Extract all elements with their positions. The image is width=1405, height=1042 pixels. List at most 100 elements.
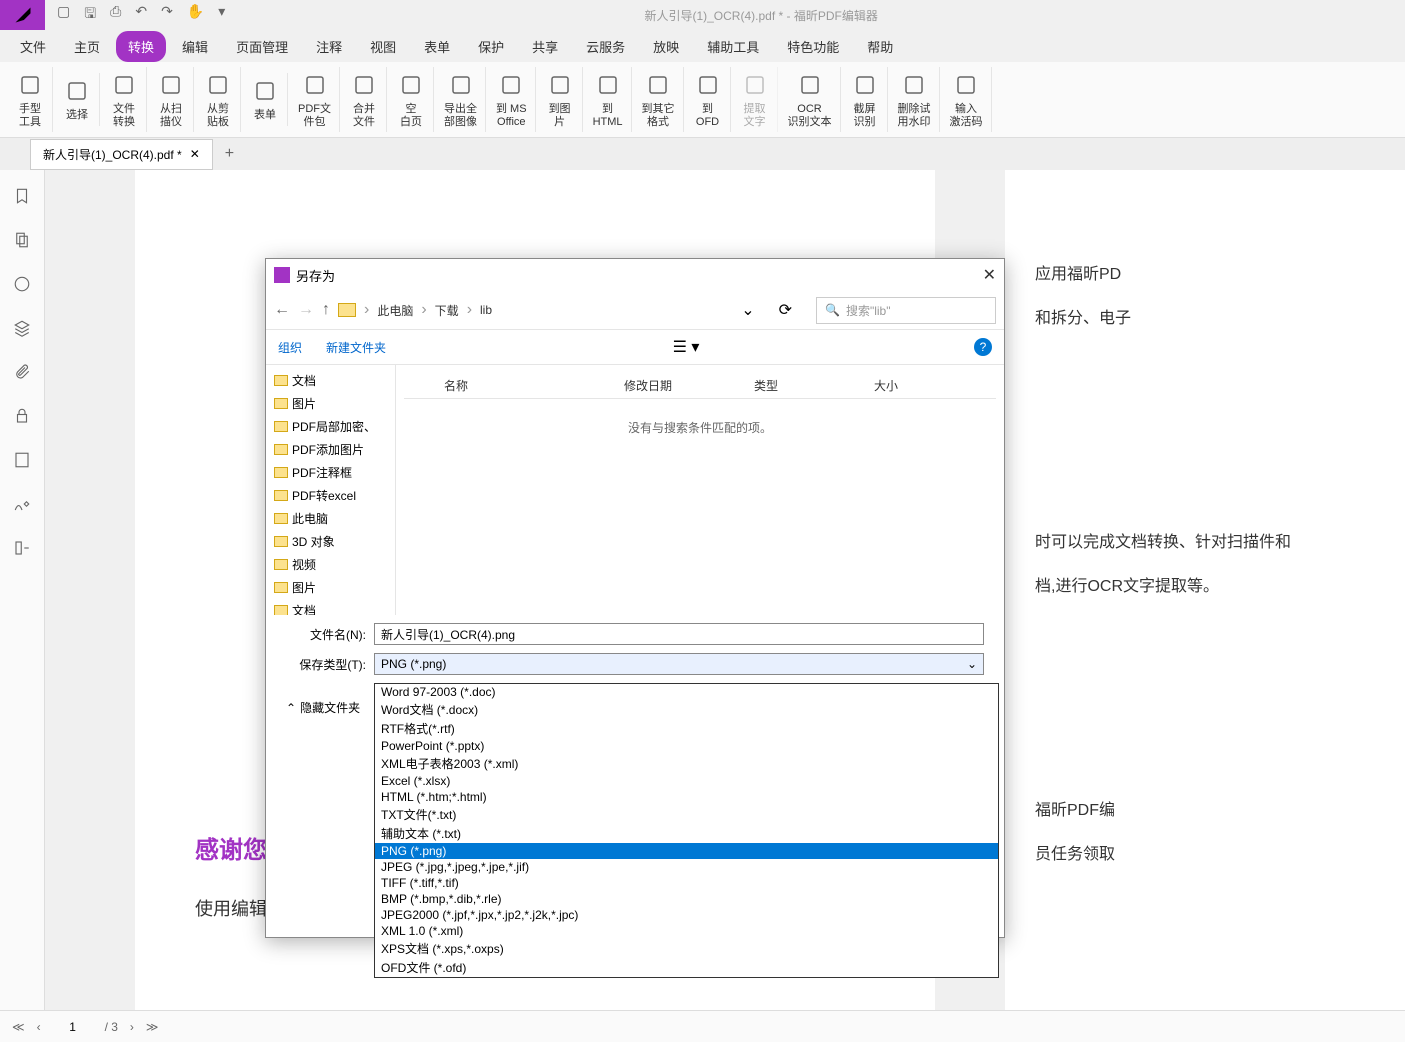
organize-button[interactable]: 组织 <box>278 339 302 356</box>
print-icon[interactable]: ⎙ <box>110 3 121 27</box>
menu-页面管理[interactable]: 页面管理 <box>224 31 300 62</box>
redo-icon[interactable]: ↷ <box>161 3 173 27</box>
menu-文件[interactable]: 文件 <box>8 31 58 62</box>
filetype-option[interactable]: TXT文件(*.txt) <box>375 805 998 824</box>
layers-icon[interactable] <box>12 318 32 338</box>
menu-辅助工具[interactable]: 辅助工具 <box>695 31 771 62</box>
ribbon-msoffice[interactable]: 到 MS Office <box>488 67 536 131</box>
breadcrumb-item[interactable]: 下载 <box>435 302 459 319</box>
col-date[interactable]: 修改日期 <box>624 377 754 394</box>
pages-icon[interactable] <box>12 230 32 250</box>
tree-item[interactable]: PDF添加图片 <box>270 438 391 461</box>
breadcrumb-item[interactable]: lib <box>480 303 492 317</box>
tree-item[interactable]: 文档 <box>270 369 391 392</box>
filetype-option[interactable]: Word文档 (*.docx) <box>375 700 998 719</box>
ribbon-activate[interactable]: 输入 激活码 <box>942 67 992 131</box>
attachment-icon[interactable] <box>12 362 32 382</box>
menu-注释[interactable]: 注释 <box>304 31 354 62</box>
folder-tree[interactable]: 文档图片PDF局部加密、PDF添加图片PDF注释框PDF转excel此电脑3D … <box>266 365 396 615</box>
menu-放映[interactable]: 放映 <box>641 31 691 62</box>
filetype-option[interactable]: RTF格式(*.rtf) <box>375 719 998 738</box>
menu-云服务[interactable]: 云服务 <box>574 31 637 62</box>
close-icon[interactable]: ✕ <box>190 147 200 161</box>
ribbon-rmwatermark[interactable]: 删除试 用水印 <box>890 67 940 131</box>
filetype-option[interactable]: TIFF (*.tiff,*.tif) <box>375 875 998 891</box>
tree-item[interactable]: PDF局部加密、 <box>270 415 391 438</box>
filetype-dropdown[interactable]: Word 97-2003 (*.doc)Word文档 (*.docx)RTF格式… <box>374 683 999 978</box>
filetype-option[interactable]: OFD文件 (*.ofd) <box>375 958 998 977</box>
form-icon[interactable] <box>12 450 32 470</box>
ribbon-hand[interactable]: 手型 工具 <box>8 67 53 131</box>
page-number-input[interactable] <box>53 1020 93 1034</box>
close-icon[interactable]: ✕ <box>983 265 996 285</box>
hand-icon[interactable]: ✋ <box>187 3 204 27</box>
save-icon[interactable]: 🖫 <box>84 3 96 27</box>
filename-input[interactable] <box>374 623 984 645</box>
menu-转换[interactable]: 转换 <box>116 31 166 62</box>
tree-item[interactable]: 3D 对象 <box>270 530 391 553</box>
menu-共享[interactable]: 共享 <box>520 31 570 62</box>
menu-主页[interactable]: 主页 <box>62 31 112 62</box>
col-name[interactable]: 名称 <box>444 377 624 394</box>
comment-icon[interactable] <box>12 274 32 294</box>
last-page-button[interactable]: ≫ <box>146 1020 159 1034</box>
ribbon-pdfpkg[interactable]: PDF文 件包 <box>290 67 340 131</box>
tree-item[interactable]: 视频 <box>270 553 391 576</box>
filetype-option[interactable]: XML 1.0 (*.xml) <box>375 923 998 939</box>
forward-icon[interactable]: → <box>298 301 314 319</box>
filetype-option[interactable]: XPS文档 (*.xps,*.oxps) <box>375 939 998 958</box>
signature-icon[interactable] <box>12 494 32 514</box>
filetype-option[interactable]: XML电子表格2003 (*.xml) <box>375 754 998 773</box>
filetype-option[interactable]: HTML (*.htm;*.html) <box>375 789 998 805</box>
breadcrumb-item[interactable]: 此电脑 <box>377 302 413 319</box>
ribbon-toofd[interactable]: 到 OFD <box>686 67 731 131</box>
file-list[interactable]: 名称 修改日期 类型 大小 没有与搜索条件匹配的项。 <box>396 365 1004 615</box>
document-tab[interactable]: 新人引导(1)_OCR(4).pdf * ✕ <box>30 139 213 170</box>
undo-icon[interactable]: ↶ <box>135 3 147 27</box>
next-page-button[interactable]: › <box>130 1020 134 1034</box>
ribbon-scanner[interactable]: 从扫 描仪 <box>149 67 194 131</box>
help-icon[interactable]: ? <box>974 338 992 356</box>
ribbon-tohtml[interactable]: 到 HTML <box>585 67 632 131</box>
col-size[interactable]: 大小 <box>874 377 898 394</box>
tree-item[interactable]: 此电脑 <box>270 507 391 530</box>
ribbon-clipboard[interactable]: 从剪 贴板 <box>196 67 241 131</box>
ribbon-fileconv[interactable]: 文件 转换 <box>102 67 147 131</box>
ribbon-ocr[interactable]: OCR 识别文本 <box>780 67 841 131</box>
bookmark-icon[interactable] <box>12 186 32 206</box>
tree-item[interactable]: PDF转excel <box>270 484 391 507</box>
tree-item[interactable]: 图片 <box>270 576 391 599</box>
more-panel-icon[interactable] <box>12 538 32 558</box>
ribbon-blank[interactable]: 空 白页 <box>389 67 434 131</box>
chevron-down-icon[interactable]: ⌄ <box>741 300 754 320</box>
filetype-option[interactable]: 辅助文本 (*.txt) <box>375 824 998 843</box>
filetype-option[interactable]: PowerPoint (*.pptx) <box>375 738 998 754</box>
refresh-icon[interactable]: ⟳ <box>779 300 792 320</box>
ribbon-toimg[interactable]: 到图 片 <box>538 67 583 131</box>
more-icon[interactable]: ▾ <box>218 3 225 27</box>
menu-表单[interactable]: 表单 <box>412 31 462 62</box>
tree-item[interactable]: 文档 <box>270 599 391 615</box>
menu-视图[interactable]: 视图 <box>358 31 408 62</box>
menu-保护[interactable]: 保护 <box>466 31 516 62</box>
ribbon-merge[interactable]: 合并 文件 <box>342 67 387 131</box>
view-mode-icon[interactable]: ☰ ▾ <box>673 337 700 357</box>
filetype-option[interactable]: JPEG2000 (*.jpf,*.jpx,*.jp2,*.j2k,*.jpc) <box>375 907 998 923</box>
new-folder-button[interactable]: 新建文件夹 <box>326 339 386 356</box>
menu-帮助[interactable]: 帮助 <box>855 31 905 62</box>
filetype-option[interactable]: Word 97-2003 (*.doc) <box>375 684 998 700</box>
prev-page-button[interactable]: ‹ <box>37 1020 41 1034</box>
ribbon-exportimg[interactable]: 导出全 部图像 <box>436 67 486 131</box>
open-icon[interactable]: ▢ <box>57 3 70 27</box>
col-type[interactable]: 类型 <box>754 377 874 394</box>
ribbon-toother[interactable]: 到其它 格式 <box>634 67 684 131</box>
filetype-combo[interactable]: PNG (*.png) ⌄ <box>374 653 984 675</box>
ribbon-form[interactable]: 表单 <box>243 73 288 125</box>
ribbon-select[interactable]: 选择 <box>55 73 100 125</box>
ribbon-screenocr[interactable]: 截屏 识别 <box>843 67 888 131</box>
up-icon[interactable]: ↑ <box>322 301 330 319</box>
first-page-button[interactable]: ≪ <box>12 1020 25 1034</box>
search-input[interactable]: 🔍 搜索"lib" <box>816 297 996 324</box>
filetype-option[interactable]: PNG (*.png) <box>375 843 998 859</box>
back-icon[interactable]: ← <box>274 301 290 319</box>
